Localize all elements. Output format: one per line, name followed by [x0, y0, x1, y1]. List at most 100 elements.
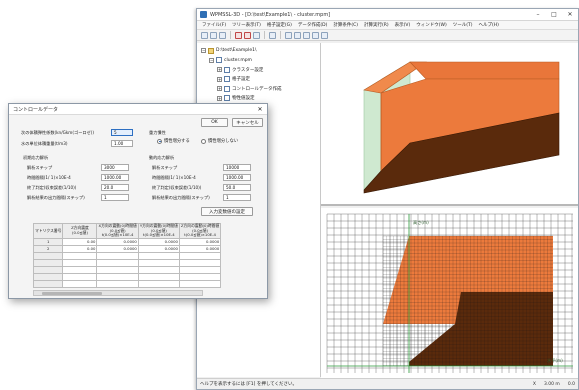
- table-cell[interactable]: [62, 272, 98, 281]
- table-row[interactable]: [32, 279, 222, 288]
- table-column-header[interactable]: Z方向震度 (0.0≦値): [62, 223, 98, 239]
- menu-item-3[interactable]: データ作成(D): [295, 22, 330, 28]
- table-row[interactable]: 1 0.00 0.0000 0.0000 0.0000: [32, 237, 222, 246]
- table-row[interactable]: 2 0.00 0.0000 0.0000 0.0000: [32, 244, 222, 253]
- table-cell[interactable]: [178, 251, 222, 260]
- table-cell[interactable]: 0.0000: [96, 244, 139, 253]
- menu-item-4[interactable]: 計算条件(C): [330, 22, 361, 28]
- grid-tool-icon[interactable]: [244, 31, 251, 39]
- cancel-button[interactable]: キャンセル: [232, 118, 263, 127]
- collapse-icon[interactable]: −: [201, 48, 206, 53]
- param-input[interactable]: 1: [101, 194, 129, 201]
- param-input[interactable]: 3000: [101, 164, 129, 171]
- view-side-icon[interactable]: [294, 31, 301, 39]
- tree-item[interactable]: − cluster.mpm: [209, 56, 252, 65]
- select-tool-icon[interactable]: [235, 31, 242, 39]
- input-settings-button[interactable]: 入力変数値の設定: [201, 207, 253, 216]
- table-column-header[interactable]: Y方向の震動(0)時間値 (0.0≦値) t(0.0≦値)×10E-4: [137, 223, 180, 239]
- table-cell[interactable]: [137, 279, 180, 288]
- table-cell[interactable]: [62, 258, 98, 267]
- table-cell[interactable]: [96, 279, 139, 288]
- table-horizontal-scrollbar[interactable]: [33, 290, 203, 296]
- param-input[interactable]: 1000.00: [223, 174, 251, 181]
- save-icon[interactable]: [219, 31, 226, 39]
- run-icon[interactable]: [269, 31, 276, 39]
- mesh-2d-view[interactable]: 高さ(m) 水平(m): [321, 208, 578, 380]
- minimize-icon[interactable]: –: [530, 9, 546, 20]
- view-front-icon[interactable]: [285, 31, 292, 39]
- table-cell[interactable]: 0.0000: [178, 237, 222, 246]
- dialog-titlebar[interactable]: コントロールデータ ✕: [9, 104, 267, 115]
- param-input[interactable]: 50.0: [223, 184, 251, 191]
- table-row[interactable]: [32, 251, 222, 260]
- tree-item[interactable]: + 物性値設定: [217, 94, 255, 103]
- table-cell[interactable]: [96, 258, 139, 267]
- expand-icon[interactable]: +: [217, 67, 222, 72]
- gravity-option-on[interactable]: 慣性増分する: [157, 138, 190, 144]
- table-cell[interactable]: [178, 258, 222, 267]
- expand-icon[interactable]: +: [217, 76, 222, 82]
- menu-item-9[interactable]: ヘルプ(H): [475, 22, 501, 28]
- table-cell[interactable]: [62, 279, 98, 288]
- table-row[interactable]: [32, 272, 222, 281]
- expand-icon[interactable]: +: [217, 86, 222, 91]
- collapse-icon[interactable]: −: [209, 57, 214, 63]
- table-cell[interactable]: [137, 258, 180, 267]
- main-analysis-heading: 動的応力解析: [149, 155, 175, 160]
- table-column-header[interactable]: マトリクス番号: [32, 223, 64, 239]
- table-cell[interactable]: 0.00: [62, 244, 98, 253]
- table-column-header[interactable]: Z方向の震動(0)時間値 (0.0≦値) t(0.0≦値)×10E-4: [178, 223, 222, 239]
- open-folder-icon[interactable]: [210, 31, 217, 39]
- table-cell[interactable]: [178, 279, 222, 288]
- menu-item-1[interactable]: ツリー表示(T): [229, 22, 264, 28]
- table-cell[interactable]: 0.0000: [178, 244, 222, 253]
- table-cell[interactable]: [62, 265, 98, 274]
- table-cell[interactable]: [96, 272, 139, 281]
- table-cell[interactable]: [178, 272, 222, 281]
- view-top-icon[interactable]: [303, 31, 310, 39]
- gravity-option-off[interactable]: 慣性増分しない: [201, 138, 238, 144]
- zoom-icon[interactable]: [253, 31, 260, 39]
- param-input[interactable]: 1: [223, 194, 251, 201]
- menu-item-8[interactable]: ツール(T): [450, 22, 476, 28]
- maximize-icon[interactable]: □: [546, 9, 562, 20]
- table-cell[interactable]: [178, 265, 222, 274]
- new-file-icon[interactable]: [201, 31, 208, 39]
- table-cell[interactable]: [96, 251, 139, 260]
- table-cell[interactable]: 0.0000: [96, 237, 139, 246]
- tree-item[interactable]: + 格子設定: [217, 75, 250, 84]
- table-cell[interactable]: [137, 251, 180, 260]
- table-row[interactable]: [32, 265, 222, 274]
- table-cell[interactable]: [137, 265, 180, 274]
- view-3d-icon[interactable]: [312, 31, 319, 39]
- water-unit-weight-input[interactable]: 1.00: [111, 140, 133, 147]
- dialog-close-icon[interactable]: ✕: [253, 106, 267, 113]
- help-icon[interactable]: [321, 31, 328, 39]
- table-cell[interactable]: 0.0000: [137, 244, 180, 253]
- model-3d-view[interactable]: [321, 43, 578, 206]
- param-input[interactable]: 10000: [223, 164, 251, 171]
- tree-item[interactable]: + クラスター設定: [217, 65, 263, 74]
- param-input[interactable]: 20.0: [101, 184, 129, 191]
- table-column-header[interactable]: X方向の震動(0)時間値 (0.0≦値) t(0.0≦値)×10E-4: [96, 223, 139, 239]
- table-cell[interactable]: [137, 272, 180, 281]
- tree-item[interactable]: − D:\test\Example1\: [201, 46, 257, 55]
- menu-item-0[interactable]: ファイル(F): [199, 22, 229, 28]
- tree-item[interactable]: + コントロールデータ作成: [217, 84, 282, 93]
- menu-item-2[interactable]: 格子設定(G): [264, 22, 295, 28]
- main-titlebar[interactable]: WPMSSL-3D - [D:\test\Example1\ - cluster…: [197, 9, 578, 21]
- ok-button[interactable]: OK: [201, 118, 228, 127]
- table-cell[interactable]: 0.0000: [137, 237, 180, 246]
- table-cell[interactable]: 0.00: [62, 237, 98, 246]
- close-icon[interactable]: ✕: [562, 9, 578, 20]
- table-cell[interactable]: [96, 265, 139, 274]
- table-cell[interactable]: [62, 251, 98, 260]
- table-row[interactable]: [32, 258, 222, 267]
- expand-icon[interactable]: +: [217, 95, 222, 101]
- menu-item-6[interactable]: 表示(V): [392, 22, 414, 28]
- bulk-modulus-input[interactable]: 5: [111, 129, 133, 136]
- menu-item-7[interactable]: ウィンドウ(W): [413, 22, 449, 28]
- scroll-thumb[interactable]: [42, 292, 102, 295]
- param-input[interactable]: 1000.00: [101, 174, 129, 181]
- menu-item-5[interactable]: 計算実行(R): [361, 22, 392, 28]
